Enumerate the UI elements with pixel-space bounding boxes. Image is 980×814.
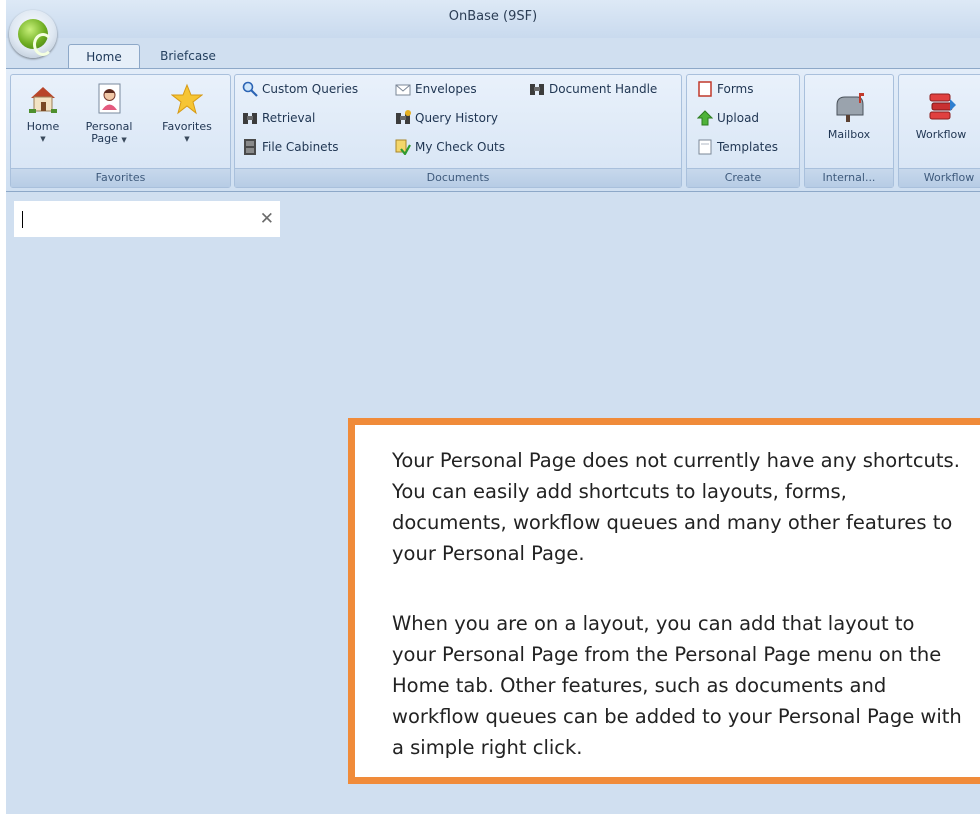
application-menu-orb[interactable] — [9, 10, 57, 58]
search-box: ✕ — [14, 201, 280, 237]
custom-queries-button[interactable]: Custom Queries — [242, 78, 358, 100]
personal-page-empty-message: Your Personal Page does not currently ha… — [348, 418, 980, 784]
ribbon-group-create: Forms Upload Templates Create — [686, 74, 800, 188]
personal-page-button[interactable]: Personal Page ▼ — [77, 79, 141, 146]
house-icon — [27, 83, 59, 115]
file-cabinets-button[interactable]: File Cabinets — [242, 136, 339, 158]
document-handle-button[interactable]: Document Handle — [529, 78, 657, 100]
query-history-button[interactable]: Query History — [395, 107, 498, 129]
workflow-icon — [925, 91, 957, 123]
form-icon — [697, 80, 713, 97]
onbase-logo-icon — [18, 19, 53, 56]
tab-briefcase[interactable]: Briefcase — [150, 44, 226, 68]
upload-arrow-icon — [696, 109, 714, 126]
upload-button[interactable]: Upload — [696, 107, 759, 129]
ribbon-group-workflow: Workflow Workflow — [898, 74, 980, 188]
binoculars-icon — [529, 81, 545, 97]
favorites-button-label: Favorites — [162, 120, 212, 133]
retrieval-button[interactable]: Retrieval — [242, 107, 315, 129]
workflow-button[interactable]: Workflow — [903, 87, 979, 141]
template-icon — [697, 139, 713, 155]
text-cursor — [22, 211, 23, 228]
mailbox-button-label: Mailbox — [827, 128, 871, 141]
file-cabinet-icon — [242, 138, 258, 155]
tab-home[interactable]: Home — [68, 44, 140, 69]
close-icon[interactable]: ✕ — [260, 209, 274, 229]
magnifier-icon — [242, 81, 258, 97]
group-label-documents: Documents — [235, 168, 681, 187]
binoculars-history-icon — [395, 109, 411, 126]
onbase-window: OnBase (9SF) Home Briefcase Home ▼ Perso… — [6, 0, 980, 814]
checkout-icon — [395, 139, 411, 156]
workflow-button-label: Workflow — [915, 128, 967, 141]
title-bar: OnBase (9SF) — [6, 0, 980, 38]
chevron-down-icon: ▼ — [184, 135, 190, 143]
ribbon-tabs: Home Briefcase — [6, 38, 980, 69]
group-label-workflow: Workflow — [899, 168, 980, 187]
favorites-button[interactable]: Favorites ▼ — [151, 79, 223, 145]
envelope-icon — [395, 81, 411, 97]
search-input[interactable] — [24, 207, 258, 233]
personal-page-label-line2: Page — [91, 132, 118, 145]
home-button[interactable]: Home ▼ — [17, 79, 69, 145]
window-title: OnBase (9SF) — [448, 9, 538, 24]
chevron-down-icon: ▼ — [40, 135, 46, 143]
person-page-icon — [93, 83, 125, 115]
forms-button[interactable]: Forms — [697, 78, 753, 100]
ribbon-group-favorites: Home ▼ Personal Page ▼ Favorites ▼ Favor… — [10, 74, 231, 188]
mailbox-icon — [833, 91, 865, 123]
ribbon-group-internal: Mailbox Internal... — [804, 74, 894, 188]
mailbox-button[interactable]: Mailbox — [813, 87, 885, 141]
binoculars-icon — [242, 110, 258, 126]
home-button-label: Home — [26, 120, 60, 133]
group-label-internal: Internal... — [805, 168, 893, 187]
envelopes-button[interactable]: Envelopes — [395, 78, 477, 100]
ribbon: Home ▼ Personal Page ▼ Favorites ▼ Favor… — [6, 68, 980, 192]
group-label-favorites: Favorites — [11, 168, 230, 187]
templates-button[interactable]: Templates — [697, 136, 778, 158]
group-label-create: Create — [687, 168, 799, 187]
star-icon — [170, 83, 204, 115]
message-paragraph-1: Your Personal Page does not currently ha… — [392, 449, 960, 565]
message-paragraph-2: When you are on a layout, you can add th… — [392, 612, 962, 759]
my-check-outs-button[interactable]: My Check Outs — [395, 136, 505, 158]
chevron-down-icon: ▼ — [121, 136, 127, 144]
ribbon-group-documents: Custom Queries Retrieval File Cabinets E… — [234, 74, 682, 188]
